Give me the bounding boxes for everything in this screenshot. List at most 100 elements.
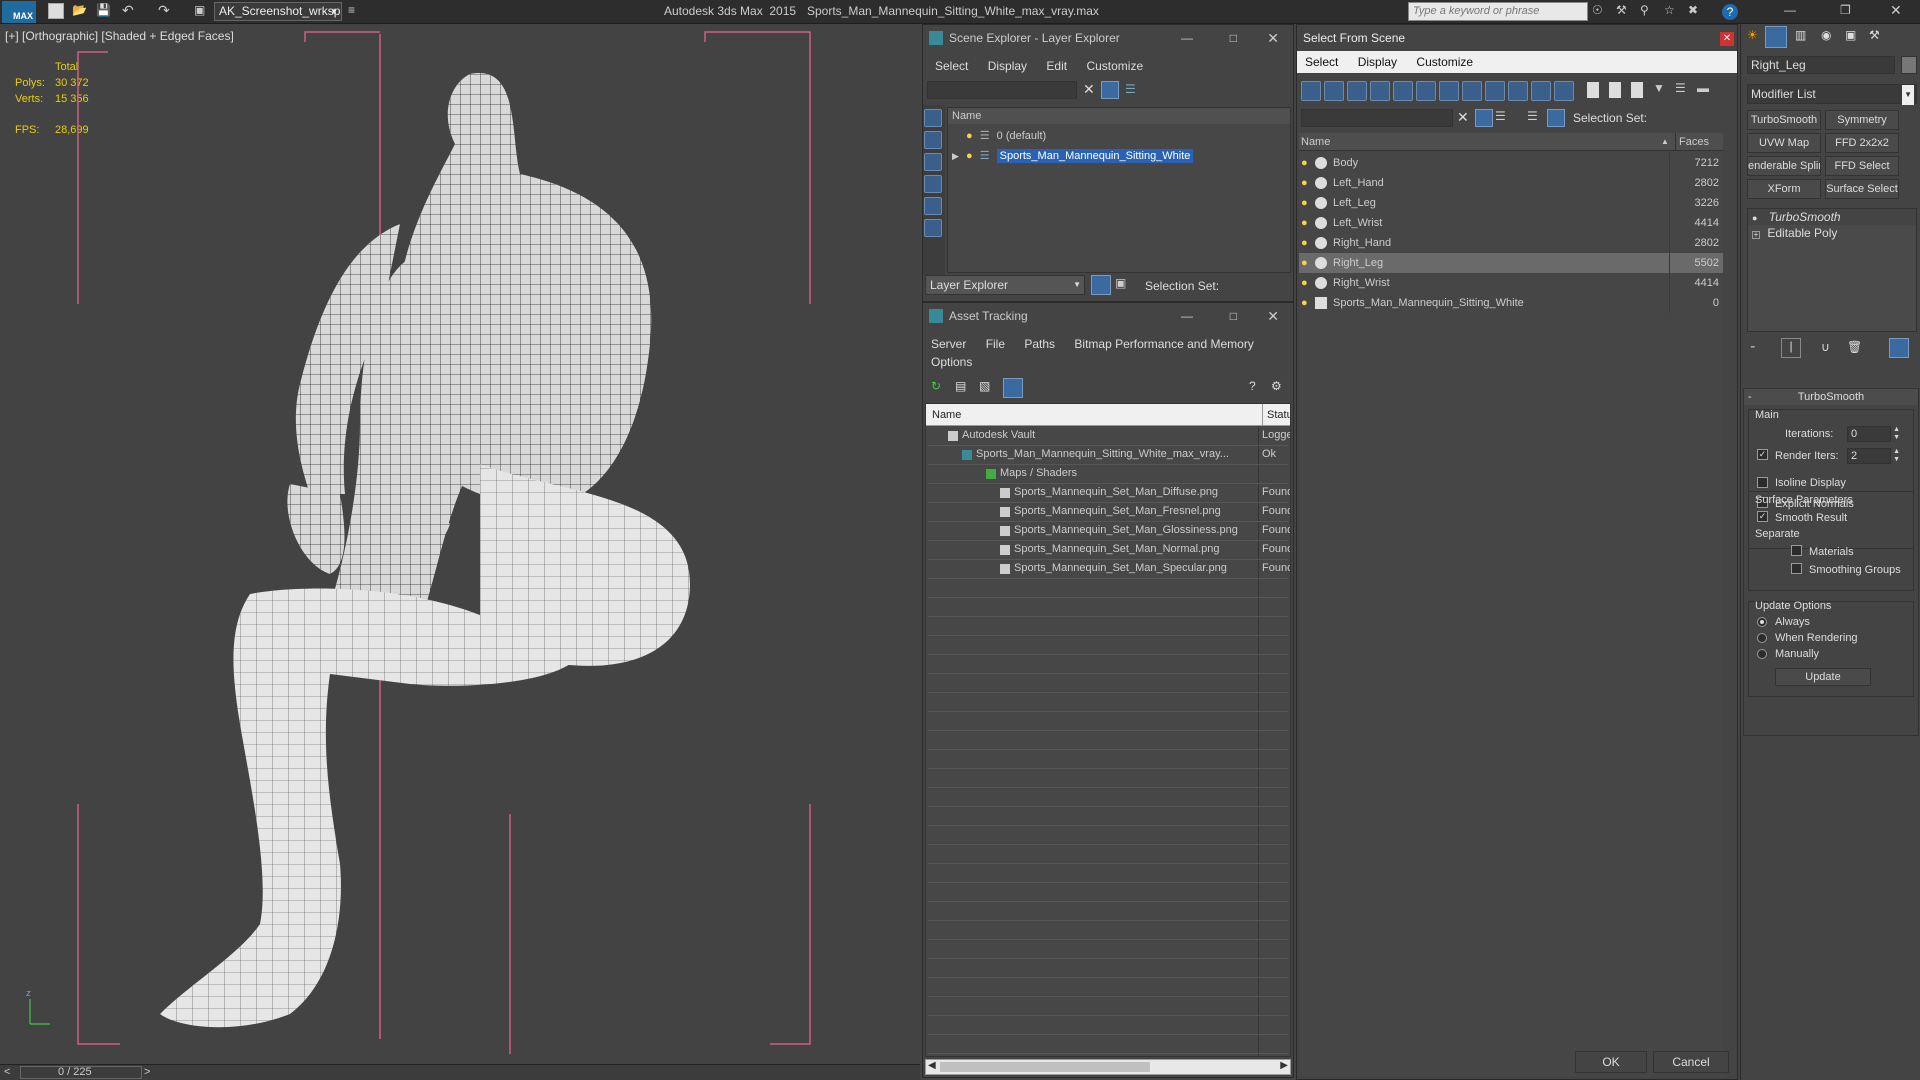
object-row[interactable]: ● Left_Leg 3226 [1299, 193, 1723, 213]
lightbulb-icon[interactable]: ● [1301, 293, 1308, 313]
create-tab-icon[interactable]: ☀ [1747, 28, 1758, 42]
xform-button[interactable]: XForm [1747, 179, 1821, 199]
time-next-button[interactable]: > [144, 1066, 150, 1078]
pin-stack-icon[interactable]: ╴ [1751, 340, 1758, 354]
remove-modifier-icon[interactable]: 🗑 [1847, 340, 1862, 354]
always-radio[interactable] [1757, 616, 1773, 628]
display-cameras-icon[interactable] [924, 175, 942, 193]
asset-row[interactable]: Sports_Mannequin_Set_Man_Normal.png Found [928, 541, 1290, 560]
help-icon[interactable]: ? [1722, 4, 1738, 20]
menu-file[interactable]: File [978, 333, 1013, 355]
display-geometry-icon[interactable] [924, 109, 942, 127]
minimize-icon[interactable]: — [1181, 25, 1193, 51]
layers2-icon[interactable]: ☰ [1527, 109, 1538, 123]
select-search-input[interactable] [1301, 109, 1453, 127]
lightbulb-icon[interactable]: ● [1301, 153, 1308, 173]
filter-spacewarps-icon[interactable] [1416, 81, 1436, 101]
object-row[interactable]: ● Body 7212 [1299, 153, 1723, 173]
display-helpers-icon[interactable] [924, 197, 942, 215]
display-children-icon[interactable]: ▬ [1697, 81, 1709, 95]
object-list-header[interactable]: Name ▲ Faces [1299, 133, 1723, 151]
layer-manager-icon[interactable] [1091, 275, 1111, 295]
menu-display[interactable]: Display [1350, 51, 1405, 73]
smoothing-groups-checkbox[interactable] [1791, 562, 1808, 574]
asset-tracking-titlebar[interactable]: Asset Tracking — □ ✕ [923, 303, 1293, 329]
time-prev-button[interactable]: < [4, 1066, 10, 1078]
object-color-swatch[interactable] [1901, 56, 1917, 74]
save-file-icon[interactable]: 💾 [96, 3, 111, 17]
update-button[interactable]: Update [1775, 668, 1871, 686]
scroll-right-icon[interactable]: ▶ [1280, 1060, 1288, 1071]
scroll-left-icon[interactable]: ◀ [928, 1060, 936, 1071]
menu-display[interactable]: Display [980, 55, 1035, 77]
exchange-icon[interactable]: ✖ [1688, 3, 1698, 17]
object-row[interactable]: ● Right_Leg 5502 [1299, 253, 1723, 273]
modifier-list-dropdown[interactable]: Modifier List ▼ [1747, 84, 1917, 105]
filter-geometry-icon[interactable] [1301, 81, 1321, 101]
modify-tab-icon[interactable] [1765, 26, 1787, 48]
menu-select[interactable]: Select [927, 55, 976, 77]
asset-table-header[interactable]: Name Status [926, 404, 1290, 426]
menu-paths[interactable]: Paths [1016, 333, 1063, 355]
cancel-button[interactable]: Cancel [1653, 1051, 1729, 1073]
restore-icon[interactable]: ❐ [1840, 3, 1851, 17]
layer-row-selected[interactable]: ▶ ● ☰ Sports_Man_Mannequin_Sitting_White [948, 146, 1290, 166]
help-icon[interactable]: ? [1249, 379, 1256, 393]
undo-icon[interactable]: ↶ [122, 2, 134, 19]
community-icon[interactable]: ⚲ [1640, 3, 1649, 17]
rollout-header[interactable]: - TurboSmooth [1744, 389, 1918, 405]
symmetry-button[interactable]: Symmetry [1825, 110, 1899, 130]
lightbulb-icon[interactable]: ● [1301, 213, 1308, 233]
workspace-menu-icon[interactable]: ≡ [348, 3, 355, 17]
select-all-icon[interactable] [1587, 82, 1599, 98]
filter-xrefs-icon[interactable] [1462, 81, 1482, 101]
asset-row[interactable]: Sports_Man_Mannequin_Sitting_White_max_v… [928, 446, 1288, 465]
uvw-map-button[interactable]: UVW Map [1747, 133, 1821, 153]
layer-explorer-dropdown[interactable]: Layer Explorer ▼ [925, 275, 1085, 295]
scrollbar-thumb[interactable] [940, 1062, 1150, 1072]
spinner-arrows-icon[interactable]: ▲ ▼ [1893, 426, 1900, 442]
menu-customize[interactable]: Customize [1408, 51, 1481, 73]
layer-row[interactable]: ● ☰ 0 (default) [948, 126, 1290, 146]
render-iters-spinner[interactable]: 2 ▲ ▼ [1847, 448, 1900, 464]
select-invert-icon[interactable] [1631, 82, 1643, 98]
render-iters-checkbox[interactable]: ✓ [1757, 448, 1774, 460]
ok-button[interactable]: OK [1575, 1051, 1647, 1073]
filter-shapes-icon[interactable] [1324, 81, 1344, 101]
hierarchy-icon[interactable]: ▣ [1115, 276, 1126, 290]
lightbulb-icon[interactable]: ● [1301, 273, 1308, 293]
filter-lights-icon[interactable] [1347, 81, 1367, 101]
renderable-spline-button[interactable]: enderable Splin [1747, 156, 1821, 176]
motion-tab-icon[interactable]: ◉ [1821, 28, 1831, 42]
lightbulb-icon[interactable]: ● [1301, 193, 1308, 213]
ffd-2x2x2-button[interactable]: FFD 2x2x2 [1825, 133, 1899, 153]
settings-icon[interactable]: ⚙ [1271, 379, 1282, 393]
object-name-field[interactable]: Right_Leg [1747, 56, 1895, 74]
viewport[interactable]: [+] [Orthographic] [Shaded + Edged Faces… [0, 24, 920, 1064]
expand-arrow-icon[interactable]: ▶ [952, 151, 959, 161]
layer-tree-header[interactable]: Name [948, 108, 1290, 124]
make-unique-icon[interactable]: ∪ [1821, 340, 1830, 354]
lightbulb-icon[interactable]: ● [1301, 173, 1308, 193]
isoline-display-checkbox[interactable] [1757, 476, 1774, 488]
iterations-spinner[interactable]: 0 ▲ ▼ [1847, 426, 1900, 442]
object-row[interactable]: ● Right_Wrist 4414 [1299, 273, 1723, 293]
lightbulb-icon[interactable]: ● [1301, 253, 1308, 273]
project-folder-icon[interactable]: ▣ [194, 3, 205, 17]
mannequin-model[interactable]: z [0, 24, 920, 1064]
hierarchy-tab-icon[interactable]: ▥ [1795, 28, 1806, 42]
hierarchy-icon[interactable] [1547, 109, 1565, 127]
filter-hidden-icon[interactable] [1554, 81, 1574, 101]
materials-checkbox[interactable] [1791, 544, 1808, 556]
show-end-result-icon[interactable]: | [1781, 338, 1801, 358]
layers-icon[interactable]: ☰ [1495, 109, 1506, 123]
turbosmooth-button[interactable]: TurboSmooth [1747, 110, 1821, 130]
time-slider[interactable]: < 0 / 225 > [0, 1064, 920, 1080]
close-icon[interactable]: ✕ [1267, 25, 1279, 51]
workspace-dropdown[interactable]: AK_Screenshot_wrksp ▼ [214, 2, 342, 21]
asset-row[interactable]: Sports_Mannequin_Set_Man_Diffuse.png Foun… [928, 484, 1290, 503]
maximize-icon[interactable]: □ [1230, 25, 1237, 51]
menu-customize[interactable]: Customize [1078, 55, 1151, 77]
surface-select-button[interactable]: Surface Select [1825, 179, 1899, 199]
ffd-select-button[interactable]: FFD Select [1825, 156, 1899, 176]
